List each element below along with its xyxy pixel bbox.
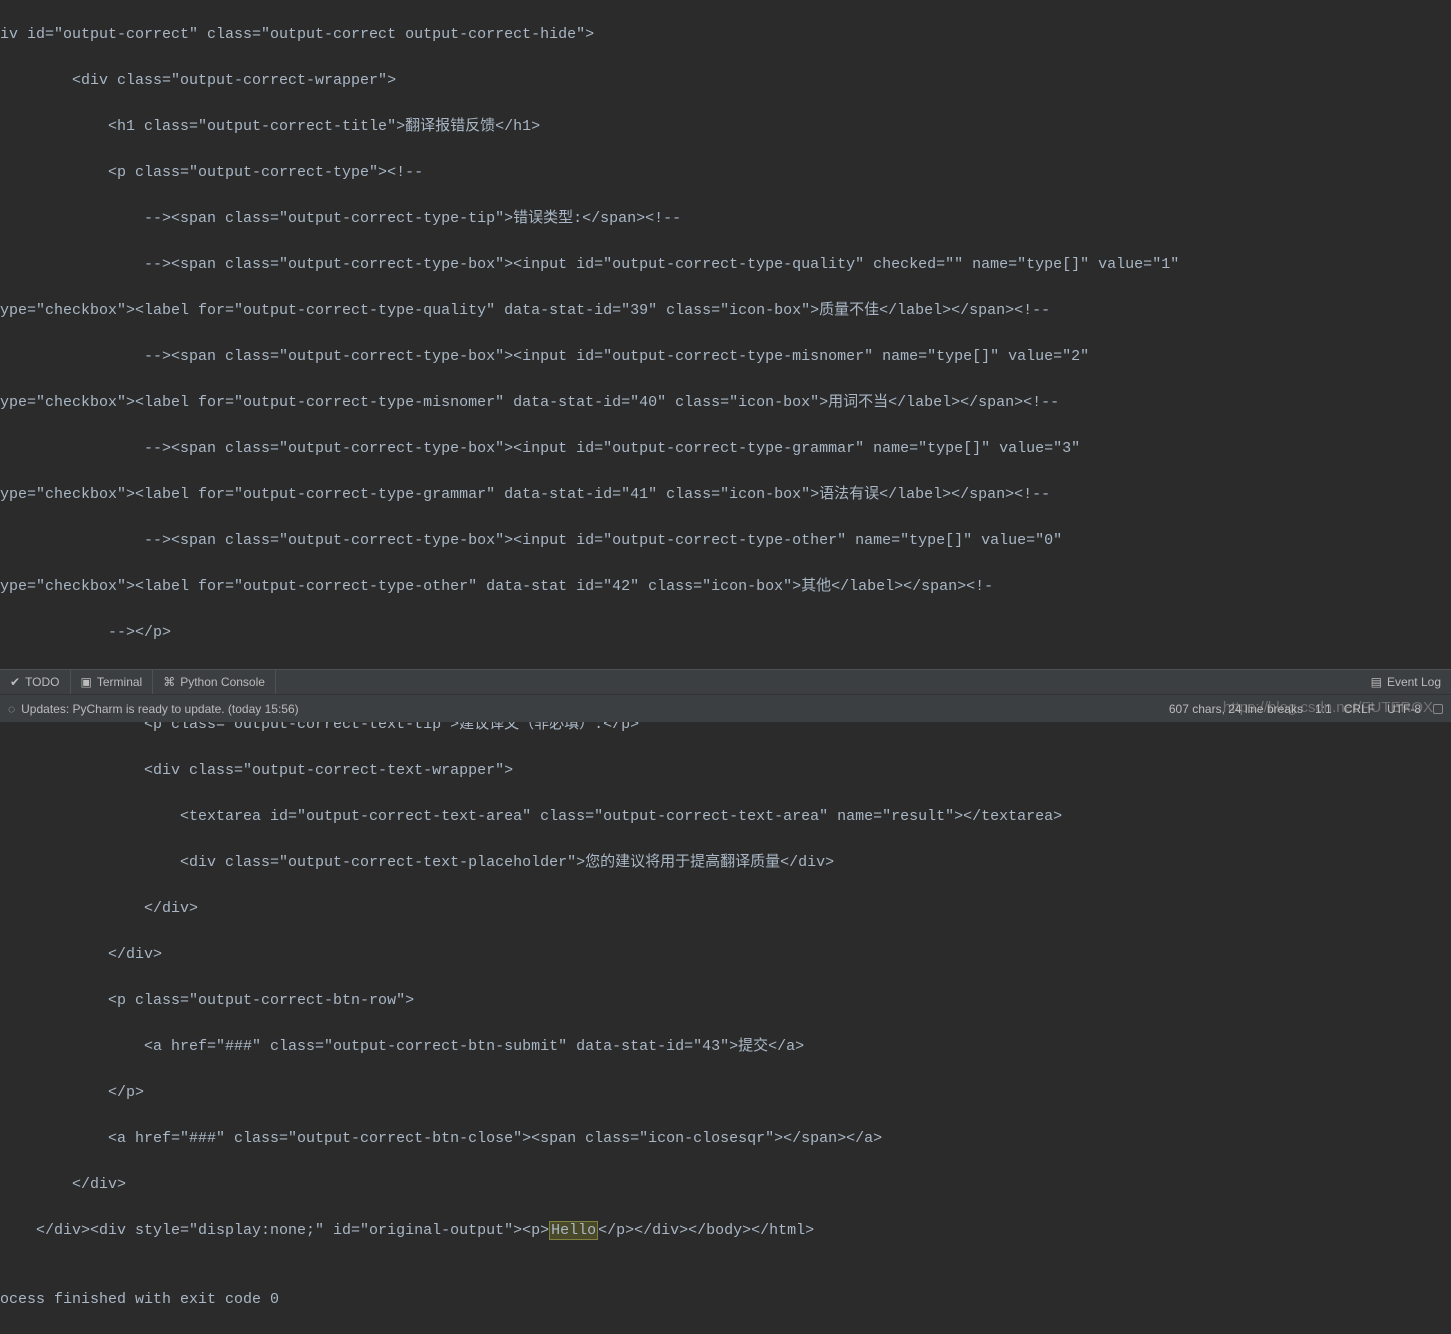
tab-label: Terminal xyxy=(97,675,142,689)
tool-window-bar: ✔ TODO ▣ Terminal ⌘ Python Console ▤ Eve… xyxy=(0,669,1451,694)
lock-icon[interactable] xyxy=(1433,704,1443,714)
code-line: <h1 class="output-correct-title">翻译报错反馈<… xyxy=(0,115,1451,138)
code-line: </div> xyxy=(0,897,1451,920)
terminal-icon: ▣ xyxy=(81,675,92,689)
event-log-label: Event Log xyxy=(1387,675,1441,689)
code-line: iv id="output-correct" class="output-cor… xyxy=(0,23,1451,46)
tab-label: Python Console xyxy=(180,675,265,689)
code-line: </p> xyxy=(0,1081,1451,1104)
code-line: <textarea id="output-correct-text-area" … xyxy=(0,805,1451,828)
code-line: <p class="output-correct-type"><!-- xyxy=(0,161,1451,184)
code-line: --><span class="output-correct-type-box"… xyxy=(0,529,1451,552)
code-line: --></p> xyxy=(0,621,1451,644)
code-line: --><span class="output-correct-type-box"… xyxy=(0,253,1451,276)
code-line: ype="checkbox"><label for="output-correc… xyxy=(0,299,1451,322)
info-icon: ◌ xyxy=(8,702,15,716)
status-position[interactable]: 1:1 xyxy=(1315,702,1332,716)
code-line: ype="checkbox"><label for="output-correc… xyxy=(0,575,1451,598)
code-line: <a href="###" class="output-correct-btn-… xyxy=(0,1035,1451,1058)
event-log-button[interactable]: ▤ Event Log xyxy=(1361,675,1451,689)
highlighted-text: Hello xyxy=(549,1221,598,1240)
code-line: <div class="output-correct-wrapper"> xyxy=(0,69,1451,92)
status-encoding[interactable]: UTF-8 xyxy=(1387,702,1421,716)
code-line: </div> xyxy=(0,1173,1451,1196)
status-bar: ◌ Updates: PyCharm is ready to update. (… xyxy=(0,694,1451,722)
tab-label: TODO xyxy=(25,675,59,689)
status-update[interactable]: Updates: PyCharm is ready to update. (to… xyxy=(21,702,298,716)
code-line: ocess finished with exit code 0 xyxy=(0,1288,1451,1311)
code-line: --><span class="output-correct-type-box"… xyxy=(0,437,1451,460)
status-line-separator[interactable]: CRLF xyxy=(1344,702,1375,716)
code-line: --><span class="output-correct-type-tip"… xyxy=(0,207,1451,230)
code-line: <a href="###" class="output-correct-btn-… xyxy=(0,1127,1451,1150)
tab-terminal[interactable]: ▣ Terminal xyxy=(71,670,154,694)
code-line: <p class="output-correct-btn-row"> xyxy=(0,989,1451,1012)
code-editor[interactable]: iv id="output-correct" class="output-cor… xyxy=(0,0,1451,1334)
code-line: ype="checkbox"><label for="output-correc… xyxy=(0,483,1451,506)
code-line: <div class="output-correct-text-wrapper"… xyxy=(0,759,1451,782)
status-chars: 607 chars, 24 line breaks xyxy=(1169,702,1303,716)
code-line: </div> xyxy=(0,943,1451,966)
check-icon: ✔ xyxy=(10,675,20,689)
code-line: <div class="output-correct-text-placehol… xyxy=(0,851,1451,874)
tab-python-console[interactable]: ⌘ Python Console xyxy=(153,670,276,694)
code-line: --><span class="output-correct-type-box"… xyxy=(0,345,1451,368)
code-line: </div><div style="display:none;" id="ori… xyxy=(0,1219,1451,1242)
code-line: ype="checkbox"><label for="output-correc… xyxy=(0,391,1451,414)
tab-todo[interactable]: ✔ TODO xyxy=(0,670,71,694)
log-icon: ▤ xyxy=(1371,675,1382,689)
python-icon: ⌘ xyxy=(163,675,175,689)
